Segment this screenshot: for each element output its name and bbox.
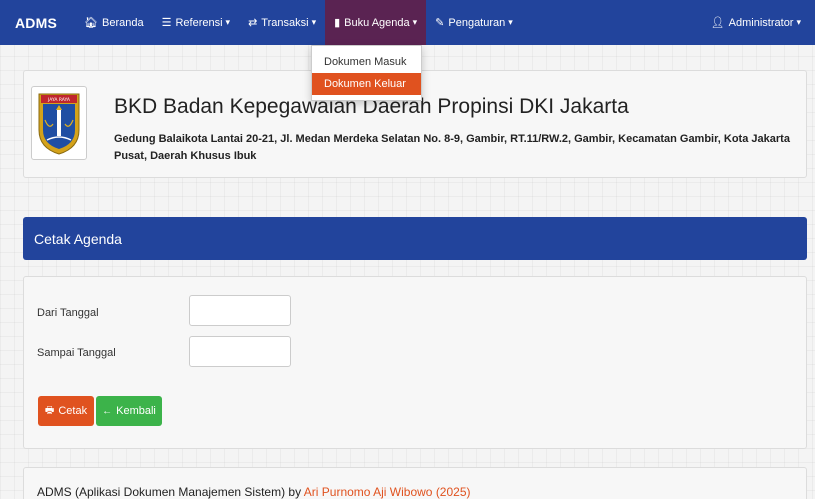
- brand-logo-text[interactable]: ADMS: [0, 15, 75, 31]
- caret-down-icon: ▾: [508, 17, 513, 27]
- to-date-label: Sampai Tanggal: [37, 347, 116, 359]
- institution-address: Gedung Balaikota Lantai 20-21, Jl. Medan…: [114, 133, 790, 162]
- user-menu-label: Administrator: [728, 16, 794, 29]
- nav-item-label: Referensi: [175, 16, 223, 29]
- from-date-label: Dari Tanggal: [37, 307, 99, 319]
- user-icon: 👤︎: [710, 17, 725, 29]
- arrow-left-icon: ←: [102, 405, 113, 417]
- back-button[interactable]: ← Kembali: [96, 396, 162, 426]
- nav-item-label: Buku Agenda: [344, 16, 410, 29]
- footer-label: ADMS (Aplikasi Dokumen Manajemen Sistem)…: [37, 485, 304, 499]
- list-icon: ☰: [161, 17, 172, 29]
- print-button[interactable]: 🖶︎ Cetak: [38, 396, 94, 426]
- nav-item-transaksi[interactable]: ⇄ Transaksi ▾: [239, 0, 325, 45]
- print-icon: 🖶︎: [44, 404, 55, 416]
- buku-agenda-dropdown: Dokumen Masuk Dokumen Keluar: [311, 45, 422, 101]
- top-navbar: ADMS 🏠︎ Beranda ☰ Referensi ▾ ⇄ Transaks…: [0, 0, 815, 45]
- caret-down-icon: ▾: [225, 17, 231, 27]
- book-icon: ▮: [334, 17, 341, 29]
- home-icon: 🏠︎: [84, 17, 98, 29]
- dropdown-item-dokumen-keluar[interactable]: Dokumen Keluar: [312, 73, 421, 95]
- section-title-bar: Cetak Agenda: [23, 217, 807, 260]
- footer-panel: ADMS (Aplikasi Dokumen Manajemen Sistem)…: [23, 467, 807, 499]
- nav-item-label: Beranda: [102, 16, 144, 29]
- jakarta-emblem-icon: JAYA RAYA: [38, 93, 80, 155]
- institution-logo: JAYA RAYA: [31, 86, 87, 160]
- caret-down-icon: ▾: [311, 17, 317, 27]
- user-menu[interactable]: 👤︎ Administrator ▾: [702, 0, 815, 45]
- caret-down-icon: ▾: [412, 17, 418, 27]
- nav-item-label: Pengaturan: [448, 16, 506, 29]
- wrench-icon: ✎: [435, 17, 445, 29]
- author-link[interactable]: Ari Purnomo Aji Wibowo (2025): [304, 485, 471, 499]
- from-date-input[interactable]: [189, 295, 291, 326]
- shuffle-icon: ⇄: [248, 17, 258, 29]
- dropdown-item-dokumen-masuk[interactable]: Dokumen Masuk: [312, 51, 421, 73]
- nav-item-buku-agenda[interactable]: ▮ Buku Agenda ▾: [325, 0, 427, 45]
- caret-down-icon: ▾: [796, 17, 801, 27]
- to-date-input[interactable]: [189, 336, 291, 367]
- print-agenda-form: Dari Tanggal Sampai Tanggal 🖶︎ Cetak ← K…: [23, 276, 807, 449]
- section-title: Cetak Agenda: [34, 230, 122, 247]
- back-button-label: Kembali: [116, 405, 156, 417]
- print-button-label: Cetak: [58, 405, 88, 417]
- nav-item-referensi[interactable]: ☰ Referensi ▾: [153, 0, 239, 45]
- nav-item-label: Transaksi: [261, 16, 309, 29]
- nav-item-pengaturan[interactable]: ✎ Pengaturan ▾: [426, 0, 522, 45]
- footer-text: ADMS (Aplikasi Dokumen Manajemen Sistem)…: [37, 485, 471, 499]
- nav-item-beranda[interactable]: 🏠︎ Beranda: [75, 0, 153, 45]
- logo-text: JAYA RAYA: [47, 97, 71, 103]
